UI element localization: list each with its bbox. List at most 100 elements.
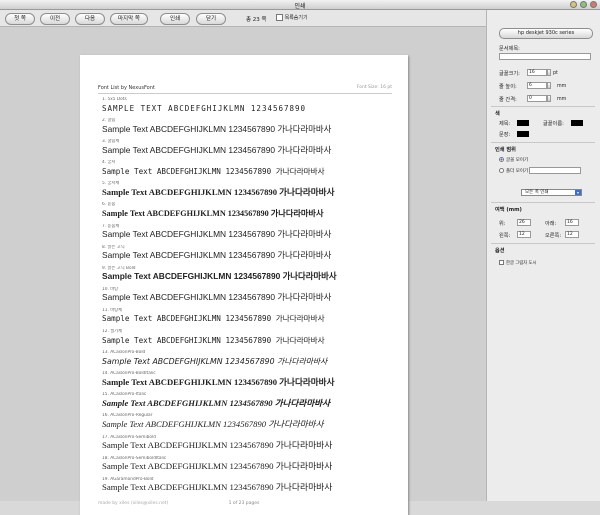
toolbar: 첫 쪽 이전 다음 마지막 쪽 인쇄 닫기 총 23 쪽 목록숨기기 <box>0 10 486 27</box>
doc-title-input[interactable] <box>499 53 591 60</box>
divider <box>491 202 595 203</box>
row-height-input[interactable]: 6 <box>527 82 547 89</box>
font-size-unit: pt <box>553 71 558 76</box>
range-folders-label: 폴더 모이기 <box>506 169 529 174</box>
font-name-color-swatch[interactable] <box>571 120 583 126</box>
font-sample: Sample Text ABCDEFGHIJKLMN 1234567890 가나… <box>102 461 333 472</box>
font-size-label: 글꼴크기: <box>499 71 520 77</box>
font-sample: Sample Text ABCDEFGHIJKLMN 1234567890 가나… <box>102 123 332 134</box>
font-entry: 18. ACaslonPro-SemiboldItalic Sample Text… <box>102 456 402 477</box>
font-entry: 17. ACaslonPro-Semibold Sample Text ABCDE… <box>102 435 402 456</box>
bottom-margin-input[interactable]: 16 <box>565 219 579 226</box>
title-color-swatch[interactable] <box>517 120 529 126</box>
print-button[interactable]: 인쇄 <box>160 13 190 25</box>
chevron-down-icon: ▾ <box>575 190 581 195</box>
font-entry: 5. 궁서체 Sample Text ABCDEFGHIJKLMN 1234567… <box>102 181 402 202</box>
maximize-button[interactable] <box>580 1 587 8</box>
row-height-unit: mm <box>557 84 567 89</box>
page-header-title: Font List by NexusFont <box>98 85 155 91</box>
row-gap-input[interactable]: 0 <box>527 95 547 102</box>
next-page-button[interactable]: 다음 <box>75 13 105 25</box>
font-entry: 19. AGaramondPro-Bold Sample Text ABCDEFG… <box>102 477 402 498</box>
settings-panel: hp deskjet 930c series 문서제목: 글꼴크기: 16 pt… <box>486 10 600 501</box>
checkbox-box[interactable] <box>276 14 283 21</box>
font-sample: Sample Text ABCDEFGHIJKLMN 1234567890 가나… <box>102 271 337 282</box>
font-entry: 13. ACaslonPro-Bold Sample Text ABCDEFGHI… <box>102 350 402 371</box>
range-section-heading: 인쇄 범위 <box>495 147 516 153</box>
font-entry: 2. 굴림 Sample Text ABCDEFGHIJKLMN 12345678… <box>102 118 402 139</box>
hide-list-label: 목록숨기기 <box>284 15 308 21</box>
color-section-heading: 색 <box>495 111 500 117</box>
range-folder-input[interactable] <box>529 167 581 174</box>
font-size-input[interactable]: 16 <box>527 69 547 76</box>
option-label: 한글 그림자 도시 <box>506 261 537 266</box>
right-margin-label: 오른쪽: <box>545 233 562 239</box>
title-bar: 인쇄 <box>0 0 600 10</box>
minimize-button[interactable] <box>570 1 577 8</box>
divider <box>491 142 595 143</box>
row-gap-label: 줄 간격: <box>499 97 517 103</box>
divider <box>491 106 595 107</box>
font-sample: Sample Text ABCDEFGHIJKLMN 1234567890 가나… <box>102 418 324 429</box>
text-color-swatch[interactable] <box>517 131 529 137</box>
font-entry: 10. 바탕 Sample Text ABCDEFGHIJKLMN 1234567… <box>102 287 402 308</box>
font-sample: Sample Text ABCDEFGHIJKLMN 1234567890 가나… <box>102 482 333 493</box>
margin-section-heading: 여백 (mm) <box>495 207 522 213</box>
range-folders-radio[interactable] <box>499 168 504 173</box>
font-size-stepper[interactable] <box>547 69 551 76</box>
font-sample: Sample Text ABCDEFGHIJKLMN 1234567890 가나… <box>102 186 335 197</box>
right-margin-input[interactable]: 12 <box>565 231 579 238</box>
hide-list-checkbox[interactable]: 목록숨기기 <box>276 14 308 21</box>
print-preview[interactable]: Font List by NexusFont Font Size: 16 pt … <box>0 27 486 515</box>
prev-page-button[interactable]: 이전 <box>40 13 70 25</box>
font-entry: 3. 굴림체 Sample Text ABCDEFGHIJKLMN 1234567… <box>102 139 402 160</box>
left-margin-label: 왼쪽: <box>499 233 511 239</box>
font-sample: Sample Text ABCDEFGHIJKLMN 1234567890 가나… <box>102 208 324 218</box>
range-fonts-label: 글꼴 모이기 <box>506 158 529 163</box>
font-sample: Sample Text ABCDEFGHIJKLMN 1234567890 가나… <box>102 440 333 450</box>
preview-page: Font List by NexusFont Font Size: 16 pt … <box>80 55 408 515</box>
font-entry: 1. 5x5 Dots SAMPLE TEXT ABCDEFGHIJKLMN 12… <box>102 97 402 118</box>
top-margin-input[interactable]: 26 <box>517 219 531 226</box>
font-sample: Sample Text ABCDEFGHIJKLMN 1234567890 가나… <box>102 292 332 303</box>
first-page-button[interactable]: 첫 쪽 <box>5 13 35 25</box>
title-color-label: 제목: <box>499 121 511 127</box>
font-entry: 4. 궁서 Sample Text ABCDEFGHIJKLMN 12345678… <box>102 160 402 181</box>
row-gap-unit: mm <box>557 97 567 102</box>
font-name-color-label: 글꼴이름: <box>543 121 564 127</box>
options-section-heading: 옵션 <box>495 248 505 254</box>
row-gap-stepper[interactable] <box>547 95 551 102</box>
left-margin-input[interactable]: 12 <box>517 231 531 238</box>
row-height-label: 줄 높이: <box>499 84 517 90</box>
font-sample: Sample Text ABCDEFGHIJKLMN 1234567890 가나… <box>102 356 328 366</box>
bottom-margin-label: 아래: <box>545 221 557 227</box>
header-divider <box>98 93 392 94</box>
font-sample: Sample Text ABCDEFGHIJKLMN 1234567890 가나… <box>102 376 335 387</box>
font-entry: 14. ACaslonPro-BoldItalic Sample Text ABC… <box>102 371 402 392</box>
row-height-stepper[interactable] <box>547 82 551 89</box>
font-sample: SAMPLE TEXT ABCDEFGHIJKLMN 1234567890 <box>102 103 307 113</box>
font-entry: 15. ACaslonPro-Italic Sample Text ABCDEFG… <box>102 392 402 413</box>
font-entry: 9. 맑은 고딕 Bold Sample Text ABCDEFGHIJKLMN … <box>102 266 402 287</box>
printer-select-button[interactable]: hp deskjet 930c series <box>499 28 593 39</box>
font-sample: Sample Text ABCDEFGHIJKLMN 1234567890 가나… <box>102 397 331 408</box>
close-button[interactable]: 닫기 <box>196 13 226 25</box>
font-sample: Sample Text ABCDEFGHIJKLMN 1234567890 가나… <box>102 144 332 155</box>
text-color-label: 문장: <box>499 132 511 138</box>
range-fonts-radio[interactable] <box>499 157 504 162</box>
divider <box>491 243 595 244</box>
range-dropdown[interactable]: 모든 폭 인쇄 ▾ <box>521 189 582 196</box>
font-entry: 8. 맑은 고딕 Sample Text ABCDEFGHIJKLMN 12345… <box>102 245 402 266</box>
font-entry: 12. 필기체 Sample Text ABCDEFGHIJKLMN 123456… <box>102 329 402 350</box>
last-page-button[interactable]: 마지막 쪽 <box>110 13 148 25</box>
page-footer-pages: 1 of 23 pages <box>228 501 260 506</box>
page-count: 총 23 쪽 <box>246 17 267 23</box>
option-checkbox[interactable] <box>499 260 504 265</box>
font-entry: 6. 돋움 Sample Text ABCDEFGHIJKLMN 12345678… <box>102 202 402 223</box>
range-dropdown-value: 모든 폭 인쇄 <box>525 190 549 195</box>
font-sample: Sample Text ABCDEFGHIJKLMN 1234567890 가나… <box>102 314 325 324</box>
top-margin-label: 위: <box>499 221 506 227</box>
font-sample: Sample Text ABCDEFGHIJKLMN 1234567890 가나… <box>102 229 332 240</box>
close-window-button[interactable] <box>590 1 597 8</box>
font-sample: Sample Text ABCDEFGHIJKLMN 1234567890 가나… <box>102 250 332 261</box>
